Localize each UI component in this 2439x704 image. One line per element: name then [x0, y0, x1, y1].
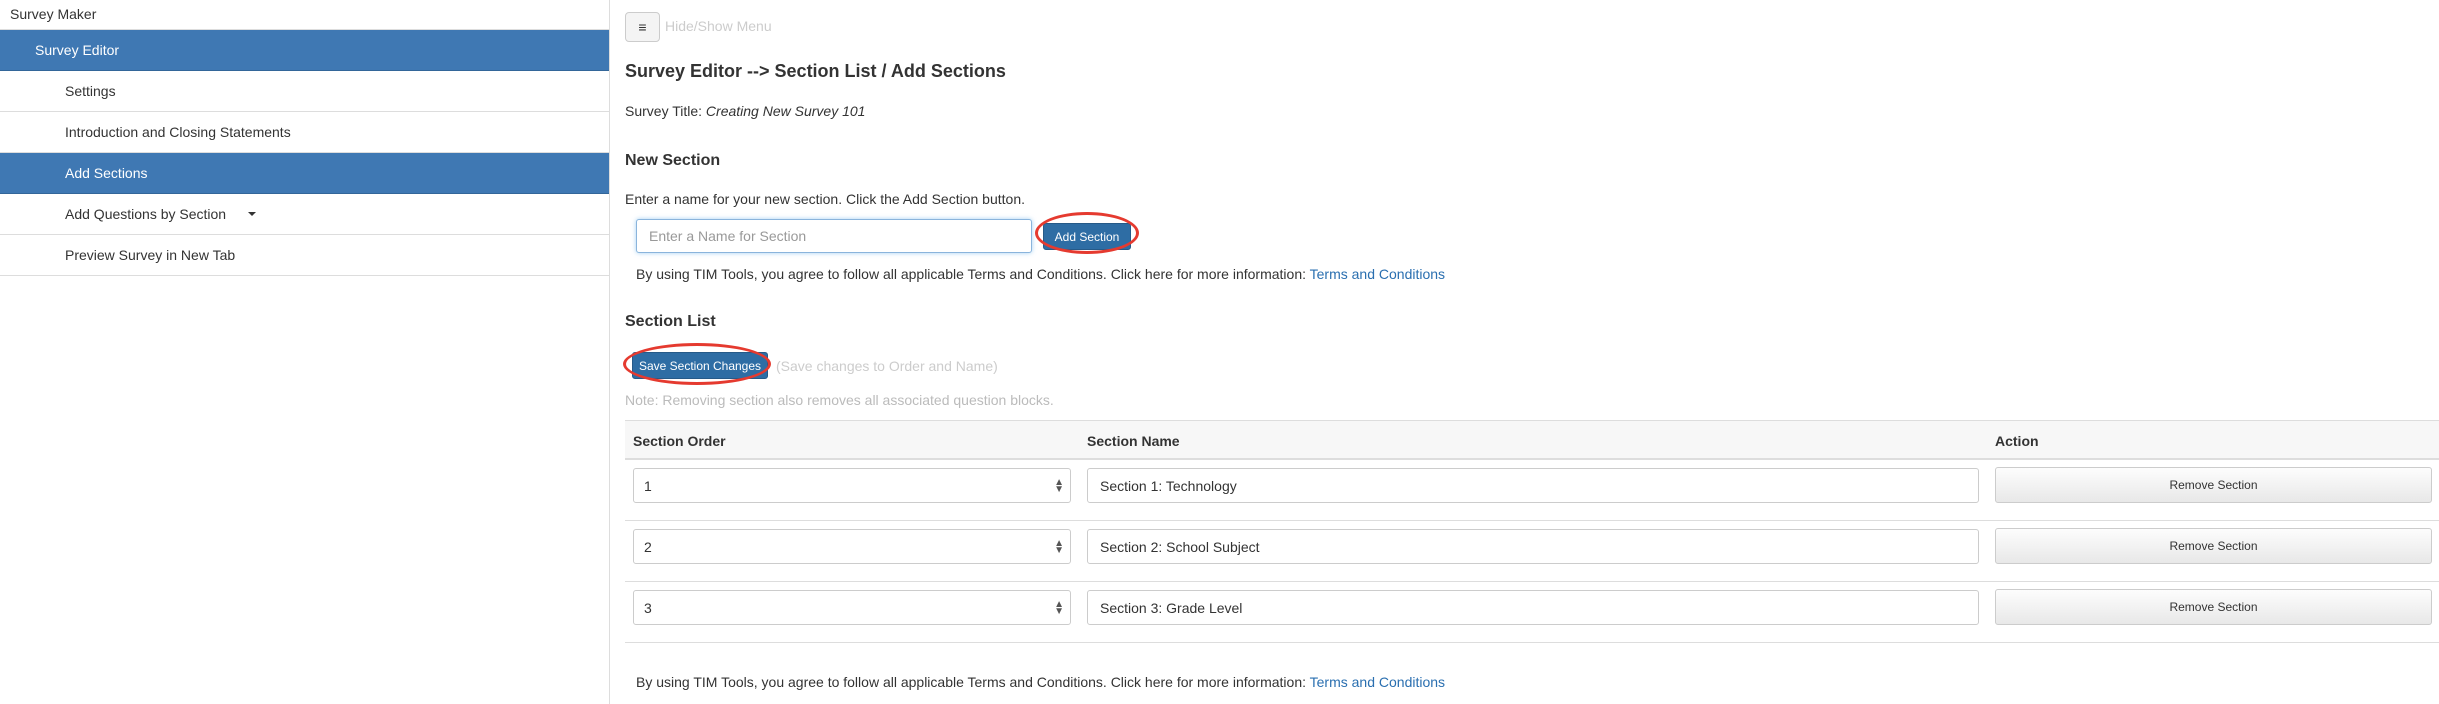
sidebar-item-survey-maker[interactable]: Survey Maker	[0, 0, 609, 30]
sidebar-item-label: Introduction and Closing Statements	[65, 124, 291, 140]
removal-note: Note: Removing section also removes all …	[625, 392, 1054, 408]
caret-down-icon	[248, 212, 257, 216]
section-table: Section Order Section Name Action 1 ▲▼ R…	[625, 420, 2439, 643]
remove-section-button[interactable]: Remove Section	[1995, 528, 2432, 564]
survey-title-label: Survey Title:	[625, 103, 703, 119]
survey-title-value: Creating New Survey 101	[705, 103, 866, 119]
table-row: 1 ▲▼ Remove Section	[625, 460, 2439, 521]
select-value: 2	[644, 538, 652, 555]
hamburger-icon: ≡	[638, 19, 647, 35]
terms-text: By using TIM Tools, you agree to follow …	[636, 674, 1306, 690]
sidebar-item-label: Add Questions by Section	[65, 206, 227, 222]
sidebar: Survey Maker Survey Editor Settings Intr…	[0, 0, 610, 704]
new-section-instructions: Enter a name for your new section. Click…	[625, 191, 1025, 207]
save-section-changes-button[interactable]: Save Section Changes	[632, 352, 768, 379]
section-name-field[interactable]	[1087, 590, 1979, 625]
sidebar-item-preview-survey[interactable]: Preview Survey in New Tab	[0, 235, 609, 276]
remove-section-button[interactable]: Remove Section	[1995, 589, 2432, 625]
add-section-button[interactable]: Add Section	[1043, 223, 1131, 250]
column-header-name: Section Name	[1087, 433, 1180, 449]
sidebar-item-label: Preview Survey in New Tab	[65, 247, 236, 263]
sidebar-item-label: Survey Maker	[10, 6, 97, 22]
terms-link[interactable]: Terms and Conditions	[1310, 674, 1445, 690]
section-name-field[interactable]	[1087, 529, 1979, 564]
terms-link[interactable]: Terms and Conditions	[1310, 266, 1445, 282]
select-arrows-icon: ▲ ▼	[1054, 538, 1064, 556]
save-changes-hint: (Save changes to Order and Name)	[776, 358, 998, 374]
sidebar-item-add-questions[interactable]: Add Questions by Section	[0, 194, 609, 235]
terms-notice: By using TIM Tools, you agree to follow …	[636, 674, 1445, 690]
sidebar-item-add-sections[interactable]: Add Sections	[0, 153, 609, 194]
sidebar-item-introduction-closing[interactable]: Introduction and Closing Statements	[0, 112, 609, 153]
select-value: 1	[644, 477, 652, 494]
terms-notice: By using TIM Tools, you agree to follow …	[636, 266, 1445, 282]
section-order-select[interactable]: 2 ▲ ▼	[633, 529, 1071, 564]
section-order-select[interactable]: 3 ▲ ▼	[633, 590, 1071, 625]
page-title: Survey Editor --> Section List / Add Sec…	[625, 61, 1006, 81]
main-content: ≡ Hide/Show Menu Survey Editor --> Secti…	[623, 0, 2439, 704]
section-name-input[interactable]	[636, 219, 1032, 253]
table-header: Section Order Section Name Action	[625, 420, 2439, 460]
section-name-field[interactable]	[1087, 468, 1979, 503]
table-row: 3 ▲▼ Remove Section	[625, 582, 2439, 643]
select-arrows-icon: ▲ ▼	[1054, 477, 1064, 495]
sidebar-item-settings[interactable]: Settings	[0, 71, 609, 112]
sidebar-item-label: Settings	[65, 83, 116, 99]
hamburger-menu-button[interactable]: ≡	[625, 12, 660, 42]
survey-title: Survey Title: Creating New Survey 101	[625, 103, 865, 119]
sidebar-item-label: Add Sections	[65, 165, 148, 181]
new-section-heading: New Section	[625, 152, 721, 169]
table-row: 2 ▲▼ Remove Section	[625, 521, 2439, 582]
select-value: 3	[644, 599, 652, 616]
sidebar-item-survey-editor[interactable]: Survey Editor	[0, 30, 609, 71]
select-arrows-icon: ▲ ▼	[1054, 599, 1064, 617]
terms-text: By using TIM Tools, you agree to follow …	[636, 266, 1306, 282]
sidebar-item-label: Survey Editor	[35, 42, 120, 58]
section-order-select[interactable]: 1 ▲ ▼	[633, 468, 1071, 503]
menu-toggle-hint: Hide/Show Menu	[665, 18, 772, 34]
column-header-action: Action	[1995, 433, 2039, 449]
section-list-heading: Section List	[625, 313, 716, 330]
column-header-order: Section Order	[633, 433, 726, 449]
remove-section-button[interactable]: Remove Section	[1995, 467, 2432, 503]
